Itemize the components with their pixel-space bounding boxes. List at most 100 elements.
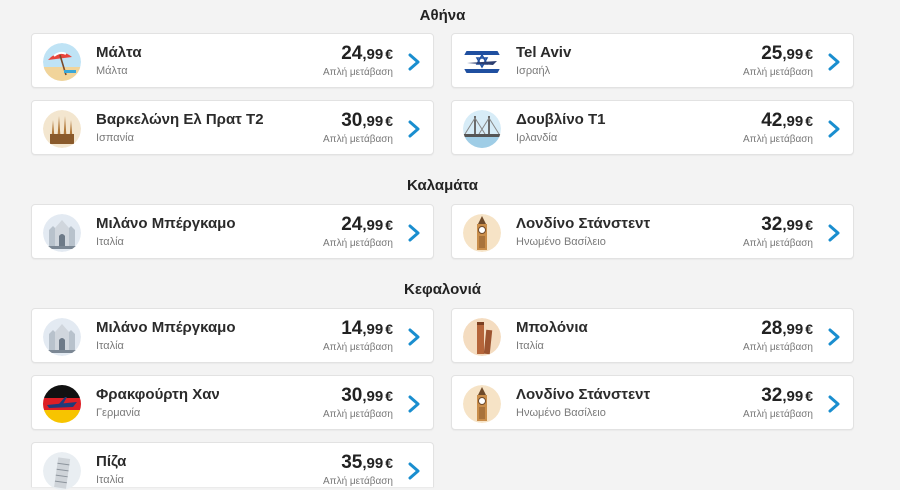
price-decimal: ,99	[782, 388, 804, 405]
price-integer: 14	[341, 318, 363, 339]
fare-type: Απλή μετάβαση	[323, 238, 393, 249]
destination-city: Tel Aviv	[516, 44, 572, 61]
price: 32,99 €	[761, 385, 813, 407]
price-decimal: ,99	[362, 46, 384, 63]
flight-card-milan-bergamo[interactable]: Μιλάνο Μπέργκαμο Ιταλία 14,99 € Απλή μετά…	[31, 308, 434, 363]
destination-city: Πίζα	[96, 453, 127, 470]
chevron-right-icon[interactable]	[827, 53, 841, 71]
destination-city: Μιλάνο Μπέργκαμο	[96, 319, 236, 336]
fare-type: Απλή μετάβαση	[743, 342, 813, 353]
milan-cathedral-icon	[43, 318, 81, 356]
price-integer: 32	[761, 214, 783, 235]
price-integer: 30	[341, 385, 363, 406]
flight-card-frankfurt-hahn[interactable]: Φρακφούρτη Χαν Γερμανία 30,99 € Απλή μετά…	[31, 375, 434, 430]
big-ben-icon	[463, 385, 501, 423]
price-currency: €	[385, 46, 393, 62]
chevron-right-icon[interactable]	[827, 224, 841, 242]
fare-type: Απλή μετάβαση	[323, 342, 393, 353]
price-decimal: ,99	[782, 321, 804, 338]
bridge-icon	[463, 110, 501, 148]
flight-card-bologna[interactable]: Μπολόνια Ιταλία 28,99 € Απλή μετάβαση	[451, 308, 854, 363]
fare-type: Απλή μετάβαση	[323, 67, 393, 78]
destination-country: Ισραήλ	[516, 65, 551, 77]
chevron-right-icon[interactable]	[407, 395, 421, 413]
price-currency: €	[385, 113, 393, 129]
fare-type: Απλή μετάβαση	[743, 409, 813, 420]
price: 32,99 €	[761, 214, 813, 236]
price-decimal: ,99	[362, 217, 384, 234]
price-decimal: ,99	[362, 388, 384, 405]
bologna-towers-icon	[463, 318, 501, 356]
destination-country: Ιταλία	[516, 340, 544, 352]
section-title-kalamata: Καλαμάτα	[407, 177, 478, 194]
destination-city: Λονδίνο Στάνστεντ	[516, 386, 651, 403]
chevron-right-icon[interactable]	[407, 462, 421, 480]
destination-city: Βαρκελώνη Ελ Πρατ Τ2	[96, 111, 264, 128]
flight-card-london-stansted[interactable]: Λονδίνο Στάνστεντ Ηνωμένο Βασίλειο 32,99…	[451, 375, 854, 430]
flight-card-malta[interactable]: Μάλτα Μάλτα 24,99 € Απλή μετάβαση	[31, 33, 434, 88]
chevron-right-icon[interactable]	[407, 328, 421, 346]
price: 14,99 €	[341, 318, 393, 340]
destination-country: Ιταλία	[96, 340, 124, 352]
destination-country: Ηνωμένο Βασίλειο	[516, 407, 606, 419]
price: 30,99 €	[341, 110, 393, 132]
fare-type: Απλή μετάβαση	[743, 134, 813, 145]
price-integer: 35	[341, 452, 363, 473]
price-integer: 30	[341, 110, 363, 131]
price-currency: €	[805, 46, 813, 62]
flight-card-milan-bergamo[interactable]: Μιλάνο Μπέργκαμο Ιταλία 24,99 € Απλή μετά…	[31, 204, 434, 259]
flight-card-london-stansted[interactable]: Λονδίνο Στάνστεντ Ηνωμένο Βασίλειο 32,99…	[451, 204, 854, 259]
flight-card-barcelona[interactable]: Βαρκελώνη Ελ Πρατ Τ2 Ισπανία 30,99 € Απλή…	[31, 100, 434, 155]
price-currency: €	[805, 321, 813, 337]
price-currency: €	[805, 113, 813, 129]
fare-type: Απλή μετάβαση	[323, 476, 393, 487]
fare-type: Απλή μετάβαση	[743, 67, 813, 78]
milan-cathedral-icon	[43, 214, 81, 252]
destination-city: Δουβλίνο Τ1	[516, 111, 606, 128]
price-currency: €	[805, 388, 813, 404]
fare-type: Απλή μετάβαση	[743, 238, 813, 249]
price-integer: 25	[761, 43, 783, 64]
destination-country: Ιταλία	[96, 236, 124, 248]
fare-type: Απλή μετάβαση	[323, 409, 393, 420]
flight-card-dublin[interactable]: Δουβλίνο Τ1 Ιρλανδία 42,99 € Απλή μετάβασ…	[451, 100, 854, 155]
chevron-right-icon[interactable]	[407, 224, 421, 242]
sagrada-familia-icon	[43, 110, 81, 148]
destination-country: Μάλτα	[96, 65, 128, 77]
price-integer: 42	[761, 110, 783, 131]
flight-card-pisa[interactable]: Πίζα Ιταλία 35,99 € Απλή μετάβαση	[31, 442, 434, 490]
germany-flag-plane-icon	[43, 385, 81, 423]
destination-country: Ισπανία	[96, 132, 134, 144]
price: 28,99 €	[761, 318, 813, 340]
chevron-right-icon[interactable]	[407, 120, 421, 138]
destination-country: Ιρλανδία	[516, 132, 558, 144]
price-decimal: ,99	[362, 321, 384, 338]
price-decimal: ,99	[782, 46, 804, 63]
fare-type: Απλή μετάβαση	[323, 134, 393, 145]
section-title-athens: Αθήνα	[419, 7, 466, 24]
destination-country: Γερμανία	[96, 407, 141, 419]
chevron-right-icon[interactable]	[827, 120, 841, 138]
chevron-right-icon[interactable]	[407, 53, 421, 71]
destination-country: Ιταλία	[96, 474, 124, 486]
chevron-right-icon[interactable]	[827, 395, 841, 413]
big-ben-icon	[463, 214, 501, 252]
price-currency: €	[805, 217, 813, 233]
price-integer: 24	[341, 43, 363, 64]
price-currency: €	[385, 455, 393, 471]
price-integer: 28	[761, 318, 783, 339]
chevron-right-icon[interactable]	[827, 328, 841, 346]
price-decimal: ,99	[362, 113, 384, 130]
destination-country: Ηνωμένο Βασίλειο	[516, 236, 606, 248]
flight-card-tel-aviv[interactable]: Tel Aviv Ισραήλ 25,99 € Απλή μετάβαση	[451, 33, 854, 88]
price: 30,99 €	[341, 385, 393, 407]
destination-city: Φρακφούρτη Χαν	[96, 386, 220, 403]
destination-city: Μπολόνια	[516, 319, 588, 336]
destination-city: Μιλάνο Μπέργκαμο	[96, 215, 236, 232]
israel-flag-icon	[463, 43, 501, 81]
price-currency: €	[385, 217, 393, 233]
price: 24,99 €	[341, 214, 393, 236]
price-integer: 24	[341, 214, 363, 235]
price-currency: €	[385, 321, 393, 337]
price-decimal: ,99	[362, 455, 384, 472]
